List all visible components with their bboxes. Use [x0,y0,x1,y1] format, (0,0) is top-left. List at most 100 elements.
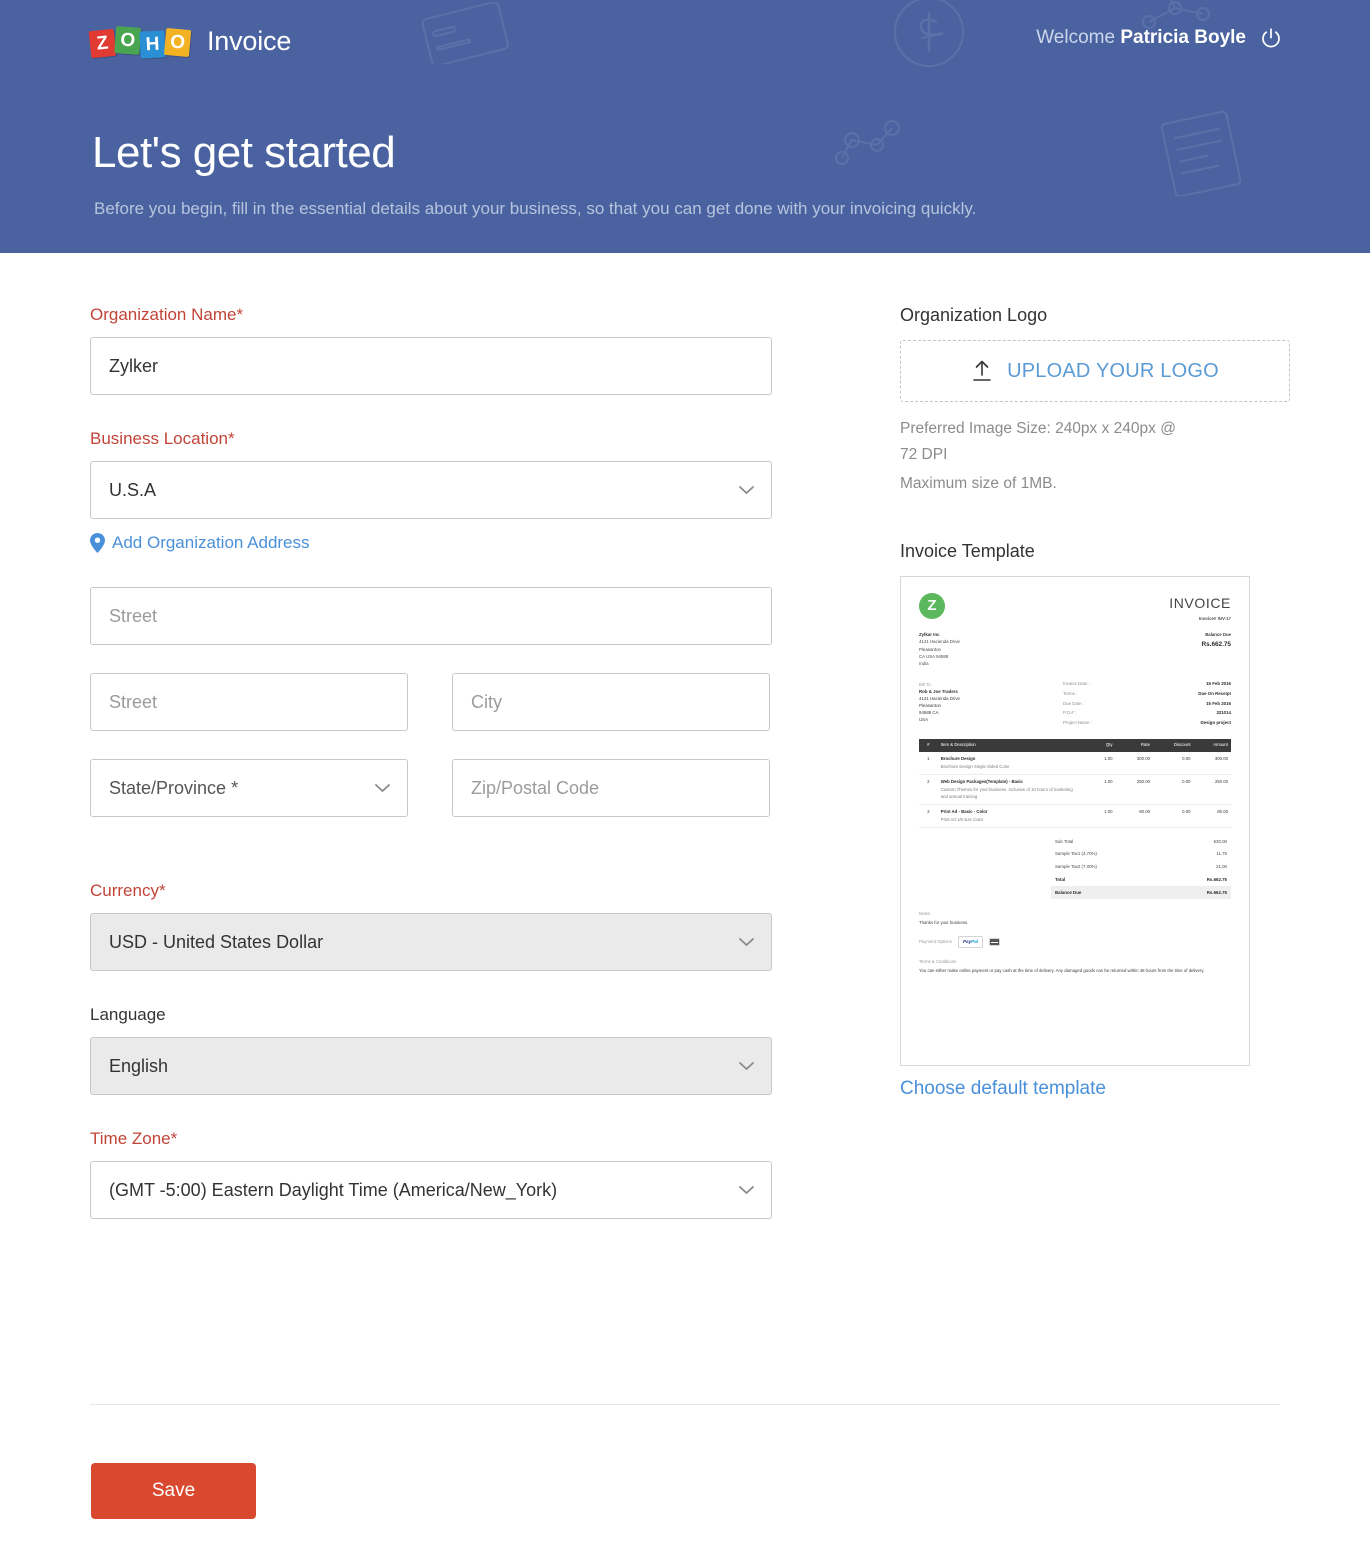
invoice-meta-value: 321014 [1216,710,1231,716]
invoice-footer: Notes Thanks for your business. Payment … [919,911,1231,975]
invoice-from-line-3: CA USA 94588 [919,653,960,660]
invoice-from-line-2: Pleasanton [919,646,960,653]
total-row: Total Rs.662.75 [1051,874,1231,887]
item-num: 3 [919,805,938,828]
invoice-meta-row: P.O.# : 321014 [1063,710,1231,716]
invoice-balance-due-value: Rs.662.75 [1202,640,1232,649]
invoice-meta-row: Invoice Date : 15 Feb 2016 [1063,681,1231,687]
invoice-payment-options: Payment Options PayPal [919,936,1231,948]
choose-default-template-link[interactable]: Choose default template [900,1078,1106,1100]
item-amount: 80.00 [1194,805,1231,828]
invoice-template-preview[interactable]: Z INVOICE Invoice# INV-17 Zylkar Inc 414… [900,576,1250,1066]
page-root: Z O H O Invoice Welcome Patricia Boyle L… [0,0,1370,1550]
item-name: Brochure Design [941,756,1079,762]
item-discount: 0.00 [1153,752,1194,775]
page-subtitle: Before you begin, fill in the essential … [94,199,976,219]
item-rate: 300.00 [1116,752,1153,775]
invoice-meta-value: Due On Receipt [1198,691,1231,697]
table-row: 1 Brochure Design Brochure Design Single… [919,752,1231,775]
upload-logo-button[interactable]: UPLOAD YOUR LOGO [900,340,1290,402]
item-amount: 250.00 [1194,775,1231,805]
item-name: Web Design Packages(Template) - Basic [941,779,1079,785]
brand-logo: Z O H O Invoice [90,26,291,57]
side-panel: Organization Logo UPLOAD YOUR LOGO Prefe… [780,253,1180,1219]
state-select[interactable]: State/Province * [90,759,408,817]
add-organization-address-label: Add Organization Address [112,533,310,553]
invoice-template-panel: Invoice Template Z INVOICE Invoice# INV-… [900,541,1180,1100]
table-row: 2 Web Design Packages(Template) - Basic … [919,775,1231,805]
invoice-from-line-1: 4141 Hacienda Drive [919,638,960,645]
main-content: Organization Name* Business Location* U.… [0,253,1370,1219]
city-input[interactable] [452,673,770,731]
user-name: Patricia Boyle [1120,27,1246,48]
invoice-bill-to-name: Rob & Joe Traders [919,688,960,695]
item-desc: Custom Themes for your business. Inclusi… [941,787,1079,800]
item-name: Print Ad - Basic - Color [941,809,1079,815]
invoice-bill-to-label: Bill To [919,681,960,688]
zoho-logo-icon: Z O H O [90,27,190,57]
timezone-label: Time Zone* [90,1129,780,1149]
table-row: 3 Print Ad - Basic - Color Print Ad 1/8 … [919,805,1231,828]
save-button[interactable]: Save [91,1463,256,1519]
invoice-items-body: 1 Brochure Design Brochure Design Single… [919,752,1231,828]
invoice-meta-key: Invoice Date : [1063,681,1090,687]
invoice-terms-label: Terms & Conditions [919,959,1231,965]
item-qty: 1.00 [1081,775,1115,805]
total-value: 630.00 [1214,839,1227,845]
timezone-field: Time Zone* (GMT -5:00) Eastern Daylight … [90,1129,780,1219]
total-value: Rs.662.75 [1207,890,1227,896]
org-name-field: Organization Name* [90,305,780,395]
currency-label: Currency* [90,881,780,901]
add-organization-address-link[interactable]: Add Organization Address [90,533,780,553]
power-icon[interactable] [1260,27,1282,49]
zoho-logo-letter-o1: O [114,26,141,55]
item-qty: 1.00 [1081,752,1115,775]
invoice-meta-key: Project Name : [1063,720,1092,726]
welcome-area: Welcome Patricia Boyle [1036,27,1282,49]
timezone-select[interactable]: (GMT -5:00) Eastern Daylight Time (Ameri… [90,1161,772,1219]
total-value: Rs.662.75 [1207,877,1227,883]
item-num: 1 [919,752,938,775]
footer-divider [90,1404,1280,1405]
total-key: Sample Tax1 (4.70%) [1055,851,1097,857]
invoice-meta-key: Terms : [1063,691,1077,697]
total-key: Total [1055,877,1065,883]
logo-hint-line-2: Maximum size of 1MB. [900,471,1180,497]
item-cell: Brochure Design Brochure Design Single S… [938,752,1082,775]
invoice-meta-row: Due Date :15 Feb 2016 [1063,701,1231,707]
invoice-bill-to: Bill To Rob & Joe Traders 4141 Hacienda … [919,681,960,730]
currency-select[interactable]: USD - United States Dollar [90,913,772,971]
total-value: 21.00 [1216,864,1227,870]
invoice-preview-header: Z INVOICE Invoice# INV-17 [919,593,1231,623]
business-location-select-wrap: U.S.A [90,461,772,519]
business-location-select[interactable]: U.S.A [90,461,772,519]
welcome-text: Welcome Patricia Boyle [1036,27,1246,49]
org-name-input[interactable] [90,337,772,395]
street1-input[interactable] [90,587,772,645]
item-qty: 1.00 [1081,805,1115,828]
upload-logo-label: UPLOAD YOUR LOGO [1007,360,1219,383]
language-select[interactable]: English [90,1037,772,1095]
invoice-preview-title: INVOICE [1169,593,1231,613]
zoho-logo-letter-z: Z [89,28,117,57]
item-cell: Print Ad - Basic - Color Print Ad 1/8 si… [938,805,1082,828]
col-rate: Rate [1116,739,1153,752]
settings-form: Organization Name* Business Location* U.… [90,253,780,1219]
language-label: Language [90,1005,780,1025]
zip-input[interactable] [452,759,770,817]
item-num: 2 [919,775,938,805]
invoice-terms-text: You can either make online payment or pa… [919,968,1231,975]
invoice-meta-value: 15 Feb 2016 [1206,681,1231,687]
invoice-balance-due-label: Balance Due [1202,632,1232,638]
paypal-icon: PayPal [958,936,983,948]
invoice-from-name: Zylkar Inc [919,631,960,638]
invoice-meta-row: Terms : Due On Receipt [1063,691,1231,697]
card-watermark-icon [420,2,510,64]
invoice-meta-list: Invoice Date : 15 Feb 2016 Terms : Due On … [1063,681,1231,730]
invoice-from-line-4: India [919,660,960,667]
invoice-meta-key: P.O.# : [1063,710,1076,716]
invoice-items-table: # Item & Description Qty Rate Discount A… [919,739,1231,829]
street2-input[interactable] [90,673,408,731]
network-watermark-icon [830,118,925,166]
paypal-text-1: Pay [963,939,971,944]
